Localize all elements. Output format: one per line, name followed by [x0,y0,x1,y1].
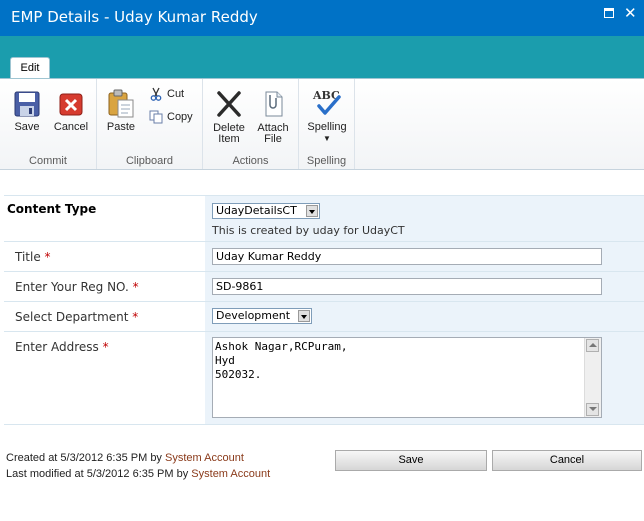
ribbon-group-spelling: ABC Spelling ▼ Spelling [299,79,355,169]
department-select[interactable]: Development [212,308,312,324]
address-label-cell: Enter Address * [4,332,205,424]
content-type-label-cell: Content Type [4,196,205,241]
copy-label: Copy [167,110,193,123]
close-icon[interactable]: ✕ [624,4,637,22]
content-type-label: Content Type [7,202,97,216]
maximize-icon[interactable] [604,8,614,18]
content-type-selected: UdayDetailsCT [216,204,297,217]
cancel-label: Cancel [53,121,89,133]
department-value-cell: Development [205,302,644,331]
scissors-icon [150,87,162,101]
chevron-down-icon[interactable] [306,205,318,217]
title-bar: EMP Details - Uday Kumar Reddy ✕ [0,0,644,36]
form-row-reg-no: Enter Your Reg NO. * SD-9861 [4,272,644,302]
address-label: Enter Address * [15,340,109,354]
ribbon-tab-band [0,36,644,78]
modified-info: Last modified at 5/3/2012 6:35 PM by Sys… [6,466,270,482]
content-type-description: This is created by uday for UdayCT [212,224,405,237]
address-value-cell: Ashok Nagar,RCPuram, Hyd 502032. [205,332,644,424]
actions-group-label: Actions [232,155,269,167]
scroll-down-icon[interactable] [586,403,599,416]
spelling-button[interactable]: ABC Spelling ▼ [302,88,352,144]
ribbon-group-clipboard: Paste Cut Copy Clipboard [97,79,203,169]
modified-text: Last modified at 5/3/2012 6:35 PM by [6,468,189,480]
spell-check-icon: ABC [312,89,341,115]
modified-by-link[interactable]: System Account [191,468,270,480]
dropdown-arrow-icon: ▼ [323,134,331,143]
title-label: Title * [15,250,51,264]
delete-item-button[interactable]: Delete Item [209,89,249,145]
item-metadata: Created at 5/3/2012 6:35 PM by System Ac… [6,450,270,482]
attach-file-label-line2: File [264,133,282,145]
tab-edit[interactable]: Edit [10,57,50,79]
department-label-cell: Select Department * [4,302,205,331]
cancel-icon [59,93,83,116]
reg-no-label: Enter Your Reg NO. * [15,280,139,294]
created-text: Created at 5/3/2012 6:35 PM by [6,452,162,464]
address-textarea[interactable]: Ashok Nagar,RCPuram, Hyd 502032. [212,337,602,418]
title-value-cell: Uday Kumar Reddy [205,242,644,271]
save-button-bottom[interactable]: Save [335,450,487,471]
required-marker: * [102,340,109,354]
required-marker: * [44,250,51,264]
reg-no-label-cell: Enter Your Reg NO. * [4,272,205,301]
delete-x-icon [217,91,241,117]
ribbon-group-actions: Delete Item Attach File Actions [203,79,299,169]
address-label-text: Enter Address [15,340,99,354]
attach-file-icon [265,91,283,117]
spelling-group-label: Spelling [306,155,347,167]
ribbon-group-commit: Save Cancel Commit [0,79,97,169]
address-scrollbar[interactable] [584,338,601,417]
form-row-department: Select Department * Development [4,302,644,332]
cancel-button[interactable]: Cancel [51,90,91,133]
save-button[interactable]: Save [8,90,46,133]
content-type-value-cell: UdayDetailsCT This is created by uday fo… [205,196,644,241]
title-input[interactable]: Uday Kumar Reddy [212,248,602,265]
created-by-link[interactable]: System Account [165,452,244,464]
paste-label: Paste [106,121,136,133]
title-label-cell: Title * [4,242,205,271]
form-row-title: Title * Uday Kumar Reddy [4,242,644,272]
chevron-down-icon[interactable] [298,310,310,322]
reg-no-value-cell: SD-9861 [205,272,644,301]
reg-no-input[interactable]: SD-9861 [212,278,602,295]
ribbon: Save Cancel Commit Paste Cut Copy Clipbo… [0,78,644,170]
cut-label: Cut [167,87,185,100]
department-label: Select Department * [15,310,138,324]
attach-file-button[interactable]: Attach File [252,89,294,145]
department-label-text: Select Department [15,310,129,324]
commit-group-label: Commit [29,155,67,167]
cancel-button-bottom[interactable]: Cancel [492,450,642,471]
scroll-up-icon[interactable] [586,339,599,352]
copy-icon [149,110,163,124]
created-info: Created at 5/3/2012 6:35 PM by System Ac… [6,450,270,466]
reg-no-label-text: Enter Your Reg NO. [15,280,129,294]
cut-button[interactable]: Cut [149,87,184,101]
window-title: EMP Details - Uday Kumar Reddy [11,8,258,26]
save-label: Save [14,121,40,133]
form-row-content-type: Content Type UdayDetailsCT This is creat… [4,196,644,242]
address-text: Ashok Nagar,RCPuram, Hyd 502032. [215,340,348,381]
required-marker: * [132,310,139,324]
clipboard-group-label: Clipboard [125,155,174,167]
required-marker: * [132,280,139,294]
content-type-select[interactable]: UdayDetailsCT [212,203,320,219]
spelling-label: Spelling [307,121,347,133]
paste-button[interactable]: Paste [103,88,139,133]
delete-item-label-line2: Item [218,133,240,145]
copy-button[interactable]: Copy [149,110,193,124]
form-row-address: Enter Address * Ashok Nagar,RCPuram, Hyd… [4,332,644,425]
save-icon [14,91,40,117]
department-selected: Development [216,309,291,322]
title-label-text: Title [15,250,41,264]
paste-icon [108,89,134,118]
